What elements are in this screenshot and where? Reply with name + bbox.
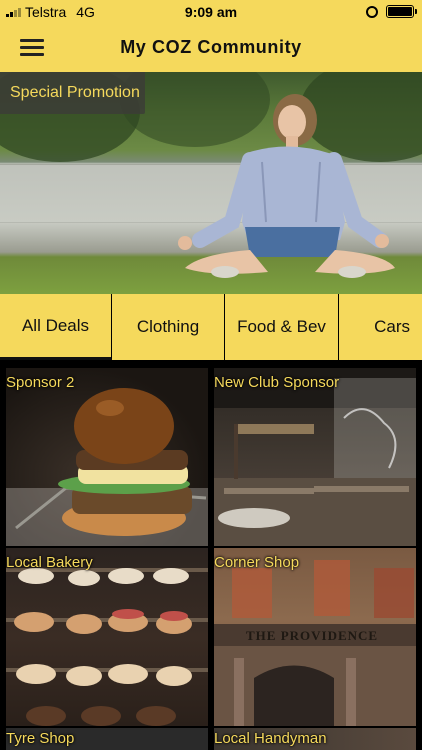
battery-icon xyxy=(386,5,417,18)
burger-image xyxy=(6,368,208,546)
tab-food-bev[interactable]: Food & Bev xyxy=(225,294,339,360)
deal-label: Local Bakery xyxy=(6,554,93,571)
deal-label: Tyre Shop xyxy=(6,730,75,747)
nav-bar: My COZ Community xyxy=(0,24,422,72)
deals-grid: Sponsor 2 New Club Sponsor Local Bakery … xyxy=(0,362,422,750)
restaurant-image xyxy=(214,368,416,546)
the-providence-sign: THE PROVIDENCE xyxy=(246,628,379,643)
status-right xyxy=(366,5,417,18)
deal-label: Corner Shop xyxy=(214,554,300,571)
status-bar: Telstra 4G 9:09 am xyxy=(0,0,422,24)
special-promotion-label[interactable]: Special Promotion xyxy=(0,72,145,114)
alarm-icon xyxy=(366,5,378,18)
deal-card-new-club-sponsor[interactable]: New Club Sponsor xyxy=(214,368,416,546)
deal-label: Sponsor 2 xyxy=(6,374,75,391)
deal-card-tyre-shop[interactable]: Tyre Shop xyxy=(6,728,208,750)
tab-clothing[interactable]: Clothing xyxy=(112,294,225,360)
category-tabs: All Deals Clothing Food & Bev Cars xyxy=(0,294,422,362)
tab-cars[interactable]: Cars xyxy=(339,294,422,360)
deal-label: Local Handyman xyxy=(214,730,327,747)
deal-card-local-bakery[interactable]: Local Bakery xyxy=(6,548,208,726)
deal-label: New Club Sponsor xyxy=(214,374,340,391)
tab-all-deals[interactable]: All Deals xyxy=(0,294,112,360)
deal-card-corner-shop[interactable]: Corner Shop THE PROVIDENCE xyxy=(214,548,416,726)
status-time: 9:09 am xyxy=(184,4,238,20)
deal-card-local-handyman[interactable]: Local Handyman xyxy=(214,728,416,750)
deal-card-sponsor-2[interactable]: Sponsor 2 xyxy=(6,368,208,546)
page-title: My COZ Community xyxy=(120,37,302,57)
cakes-display-image xyxy=(6,548,208,726)
